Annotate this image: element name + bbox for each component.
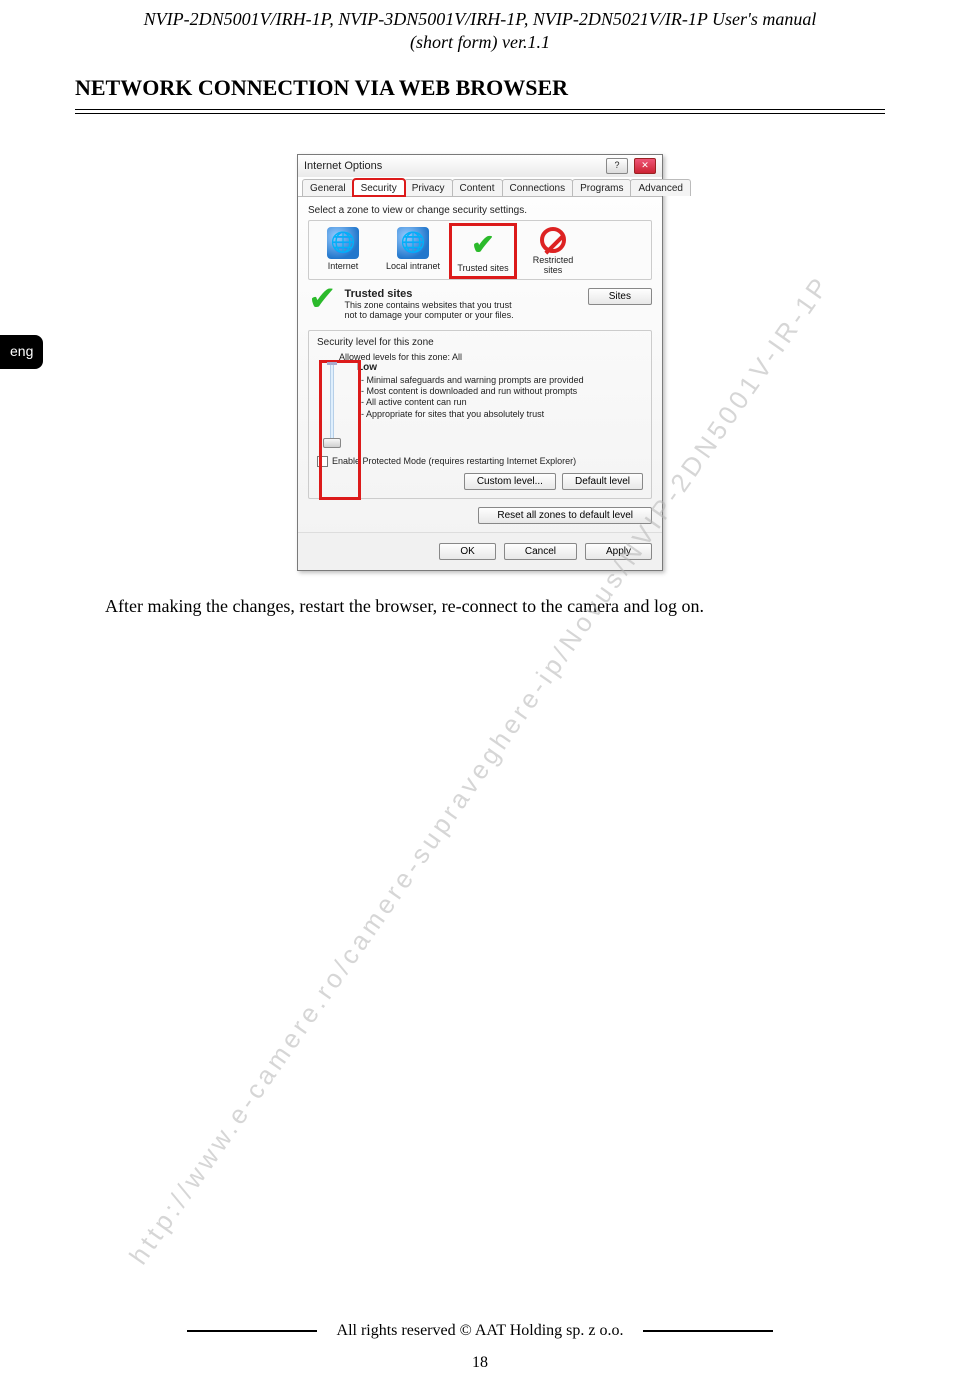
globe-icon: 🌐	[397, 227, 429, 259]
protected-mode-label: Enable Protected Mode (requires restarti…	[332, 456, 576, 466]
page-header: NVIP-2DN5001V/IRH-1P, NVIP-3DN5001V/IRH-…	[0, 0, 960, 55]
zone-trusted-sites[interactable]: ✔ Trusted sites	[453, 227, 513, 275]
header-line2: (short form) ver.1.1	[0, 31, 960, 54]
dialog-footer: OK Cancel Apply	[298, 532, 662, 570]
default-level-button[interactable]: Default level	[562, 473, 643, 490]
page-footer: All rights reserved © AAT Holding sp. z …	[0, 1322, 960, 1372]
apply-button[interactable]: Apply	[585, 543, 652, 560]
tab-security[interactable]: Security	[353, 179, 405, 196]
close-button[interactable]: ✕	[634, 158, 656, 174]
tab-general[interactable]: General	[302, 179, 354, 196]
dialog-title: Internet Options	[304, 160, 382, 172]
help-button[interactable]: ?	[606, 158, 628, 174]
protected-mode-row[interactable]: Enable Protected Mode (requires restarti…	[317, 456, 643, 467]
footer-rule-left	[187, 1330, 317, 1332]
reset-zones-button[interactable]: Reset all zones to default level	[478, 507, 652, 524]
tab-connections[interactable]: Connections	[502, 179, 574, 196]
sites-button[interactable]: Sites	[588, 288, 652, 305]
globe-icon: 🌐	[327, 227, 359, 259]
copyright-text: All rights reserved © AAT Holding sp. z …	[337, 1322, 624, 1340]
header-line1: NVIP-2DN5001V/IRH-1P, NVIP-3DN5001V/IRH-…	[0, 8, 960, 31]
ok-button[interactable]: OK	[439, 543, 495, 560]
trusted-title: Trusted sites	[345, 288, 580, 300]
security-slider[interactable]	[317, 362, 347, 448]
zone-local-intranet[interactable]: 🌐 Local intranet	[383, 227, 443, 271]
zone-selector: 🌐 Internet 🌐 Local intranet ✔ Trusted si…	[308, 220, 652, 280]
page-number: 18	[0, 1354, 960, 1372]
language-tab: eng	[0, 335, 43, 369]
internet-options-dialog: Internet Options ? ✕ General Security Pr…	[297, 154, 663, 571]
restricted-icon	[540, 227, 566, 253]
trusted-desc-text: This zone contains websites that you tru…	[345, 300, 525, 320]
section-rule	[75, 109, 885, 114]
cancel-button[interactable]: Cancel	[504, 543, 577, 560]
zone-restricted-sites[interactable]: Restricted sites	[523, 227, 583, 275]
level-name: Low	[357, 362, 643, 373]
allowed-levels-text: Allowed levels for this zone: All	[317, 352, 643, 362]
select-zone-label: Select a zone to view or change security…	[308, 205, 652, 216]
slider-thumb-icon[interactable]	[323, 438, 341, 448]
security-level-legend: Security level for this zone	[317, 337, 643, 348]
zone-internet[interactable]: 🌐 Internet	[313, 227, 373, 271]
dialog-tabs: General Security Privacy Content Connect…	[298, 177, 662, 197]
section-title: NETWORK CONNECTION VIA WEB BROWSER	[75, 75, 960, 101]
level-bullets: Minimal safeguards and warning prompts a…	[357, 375, 643, 420]
tab-content[interactable]: Content	[452, 179, 503, 196]
checkmark-icon: ✔	[467, 229, 499, 261]
checkmark-icon: ✔	[308, 288, 337, 320]
dialog-titlebar: Internet Options ? ✕	[298, 155, 662, 177]
custom-level-button[interactable]: Custom level...	[464, 473, 556, 490]
security-level-group: Security level for this zone Allowed lev…	[308, 330, 652, 499]
footer-rule-right	[643, 1330, 773, 1332]
tab-privacy[interactable]: Privacy	[404, 179, 453, 196]
tab-advanced[interactable]: Advanced	[630, 179, 690, 196]
instruction-text: After making the changes, restart the br…	[105, 596, 960, 617]
tab-programs[interactable]: Programs	[572, 179, 631, 196]
trusted-sites-description: ✔ Trusted sites This zone contains websi…	[308, 288, 652, 320]
